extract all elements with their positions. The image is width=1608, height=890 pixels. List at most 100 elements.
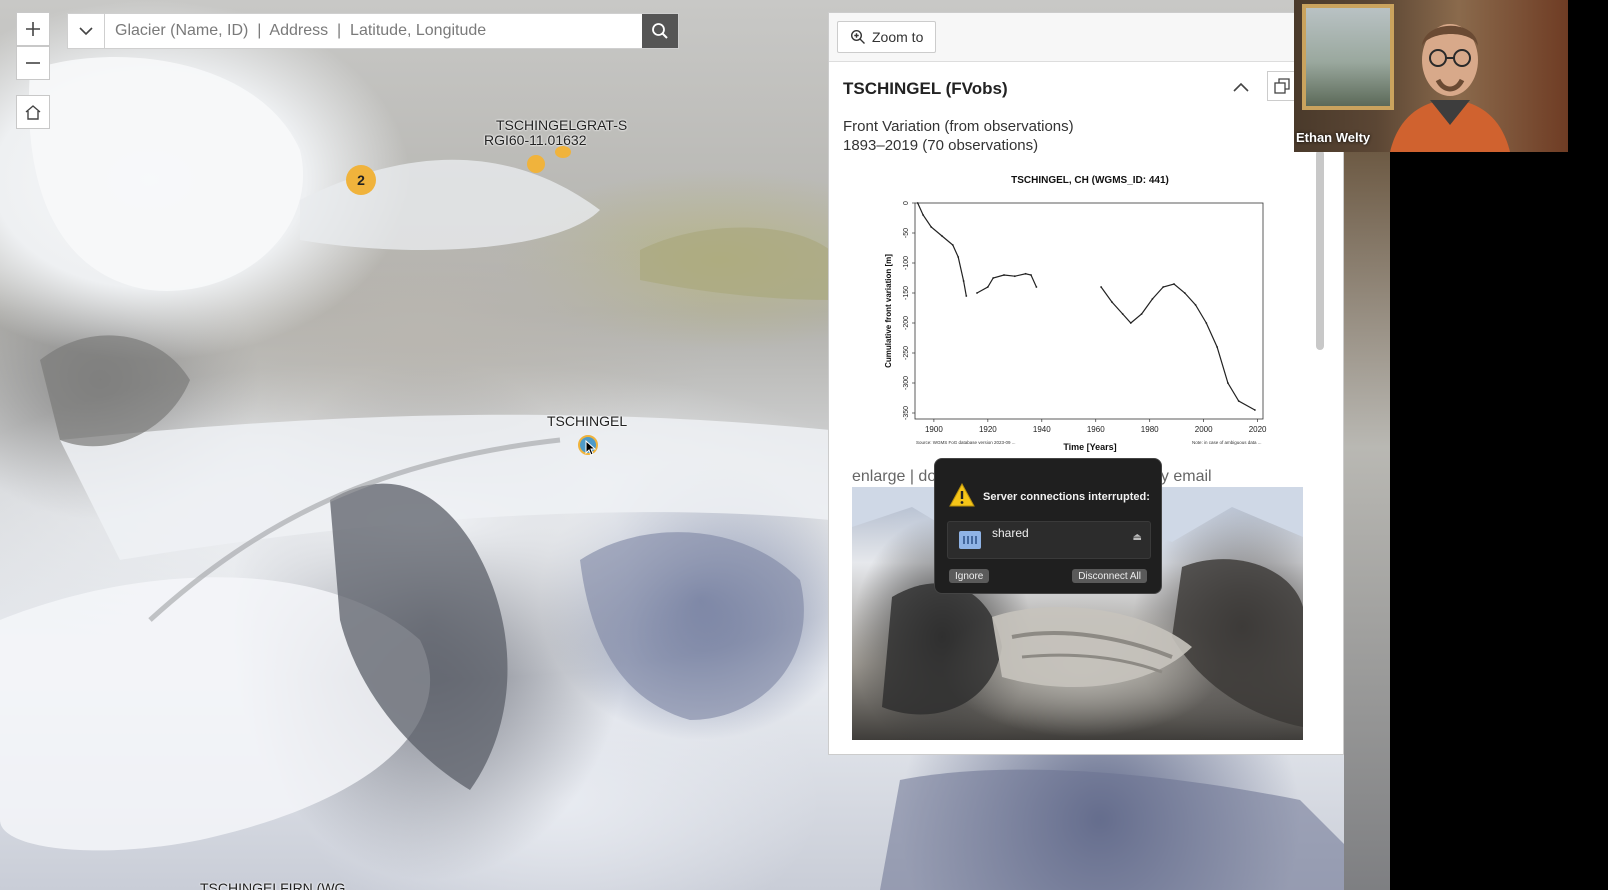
- chart-y-tick-label: -150: [903, 286, 910, 300]
- chart-data-point: [1121, 313, 1124, 315]
- map-edge: [1344, 152, 1390, 890]
- chart-series-line: [976, 273, 1037, 294]
- cluster-marker[interactable]: 2: [346, 165, 376, 195]
- panel-content: Front Variation (from observations) 1893…: [843, 117, 1313, 155]
- participant-video: [1390, 24, 1510, 152]
- cluster-count: 2: [357, 172, 365, 188]
- chart-data-point: [1162, 286, 1165, 288]
- chart-y-axis-label: Cumulative front variation [m]: [884, 254, 893, 368]
- server-interrupted-dialog: Server connections interrupted: shared ⏏…: [934, 458, 1162, 594]
- chart-data-point: [1237, 400, 1240, 402]
- search-button[interactable]: [642, 14, 678, 48]
- chart-data-point: [1140, 313, 1143, 315]
- chart-data-point: [957, 256, 960, 258]
- network-drive-icon: [959, 531, 981, 549]
- chart-y-tick-label: 0: [903, 201, 910, 205]
- chart-y-tick-label: -100: [903, 256, 910, 270]
- dialog-title: Server connections interrupted:: [983, 491, 1150, 503]
- zoom-to-button[interactable]: Zoom to: [837, 21, 937, 53]
- description-line-2: 1893–2019 (70 observations): [843, 137, 1039, 154]
- empty-area: [1390, 152, 1608, 890]
- chart-data-point: [1111, 301, 1113, 303]
- chevron-up-icon: [1233, 82, 1249, 92]
- search-input[interactable]: [105, 14, 642, 48]
- chevron-down-icon: [79, 27, 93, 36]
- map-label-bottom: TSCHINGELFIRN (WG…: [200, 880, 360, 890]
- chart-data-point: [992, 277, 995, 279]
- chart-x-tick-label: 2020: [1249, 425, 1267, 434]
- zoom-in-button[interactable]: [16, 12, 50, 46]
- zoom-to-label: Zoom to: [872, 29, 924, 45]
- description-line-1: Front Variation (from observations): [843, 118, 1074, 135]
- search-icon: [652, 23, 668, 39]
- front-variation-chart[interactable]: TSCHINGEL, CH (WGMS_ID: 441) 0 -50 -100 -15…: [878, 168, 1310, 460]
- chart-y-tick-label: -200: [903, 316, 910, 330]
- chart-series-line: [917, 202, 967, 297]
- chart-data-point: [1205, 322, 1208, 324]
- server-item-name: shared: [992, 526, 1029, 540]
- chart-data-point: [1013, 275, 1016, 278]
- chart-svg: TSCHINGEL, CH (WGMS_ID: 441) 0 -50 -100 -15…: [884, 175, 1267, 452]
- chart-data-point: [1100, 286, 1102, 288]
- chart-data-point: [976, 292, 978, 294]
- chart-y-tick-label: -50: [903, 228, 910, 238]
- server-item[interactable]: shared ⏏: [947, 521, 1151, 559]
- ignore-button[interactable]: Ignore: [949, 569, 990, 583]
- glacier-marker[interactable]: [555, 146, 571, 158]
- chart-data-point: [951, 244, 954, 246]
- search-source-dropdown[interactable]: [68, 14, 105, 48]
- chart-data-note: Note: in case of ambiguous data ...: [1192, 440, 1262, 445]
- home-button[interactable]: [16, 95, 50, 129]
- warning-icon: [949, 483, 975, 507]
- chart-data-point: [1173, 283, 1175, 285]
- dock-button[interactable]: [1267, 71, 1297, 101]
- chart-data-point: [922, 214, 924, 216]
- eject-icon[interactable]: ⏏: [1133, 532, 1142, 543]
- zoom-to-icon: [850, 29, 865, 44]
- chart-data-point: [1183, 292, 1186, 294]
- chart-x-tick-label: 1980: [1141, 425, 1159, 434]
- chart-x-tick-label: 1940: [1033, 425, 1051, 434]
- map-label-tschingel: TSCHINGEL: [547, 413, 628, 429]
- chart-data-point: [965, 295, 968, 297]
- enlarge-link[interactable]: enlarge | do: [852, 468, 936, 485]
- panel-scrollbar[interactable]: [1316, 150, 1324, 350]
- chart-data-point: [1003, 274, 1005, 276]
- dock-icon: [1274, 78, 1290, 94]
- chart-x-tick-label: 1920: [979, 425, 997, 434]
- map-label-rgi-id: RGI60-11.01632: [484, 132, 587, 148]
- chart-y-tick-label: -350: [903, 406, 910, 420]
- minus-icon: [26, 62, 40, 64]
- panel-header: TSCHINGEL (FVobs): [829, 62, 1343, 116]
- glacier-marker[interactable]: [527, 155, 545, 173]
- chart-title: TSCHINGEL, CH (WGMS_ID: 441): [1011, 175, 1169, 186]
- chart-data-point: [1194, 304, 1197, 306]
- zoom-out-button[interactable]: [16, 46, 50, 80]
- disconnect-all-button[interactable]: Disconnect All: [1072, 569, 1147, 583]
- search-bar: [67, 13, 679, 49]
- home-icon: [25, 105, 41, 120]
- chart-data-point: [930, 226, 933, 228]
- chart-data-point: [1030, 274, 1032, 276]
- panel-toolbar: Zoom to: [829, 13, 1343, 62]
- chart-data-point: [1227, 382, 1229, 384]
- chart-data-point: [941, 235, 943, 237]
- plus-icon: [26, 22, 40, 36]
- chart-plot-frame: [914, 202, 1264, 420]
- chart-data-point: [1254, 409, 1256, 411]
- collapse-button[interactable]: [1231, 78, 1251, 98]
- chart-y-tick-label: -300: [903, 376, 910, 390]
- chart-series-line: [1100, 283, 1256, 411]
- map-label-tschingelgrat: TSCHINGELGRAT-S: [496, 117, 628, 133]
- chart-data-point: [962, 280, 965, 282]
- chart-data-point: [1035, 286, 1038, 288]
- video-thumbnail: Ethan Welty: [1294, 0, 1568, 152]
- chart-data-point: [1216, 346, 1218, 348]
- panel-title: TSCHINGEL (FVobs): [843, 79, 1008, 98]
- chart-y-tick-label: -250: [903, 346, 910, 360]
- mouse-cursor-icon: [585, 440, 597, 456]
- chart-x-tick-label: 1960: [1087, 425, 1105, 434]
- chart-x-tick-label: 2000: [1195, 425, 1213, 434]
- chart-x-tick-label: 1900: [925, 425, 943, 434]
- chart-data-point: [916, 202, 919, 204]
